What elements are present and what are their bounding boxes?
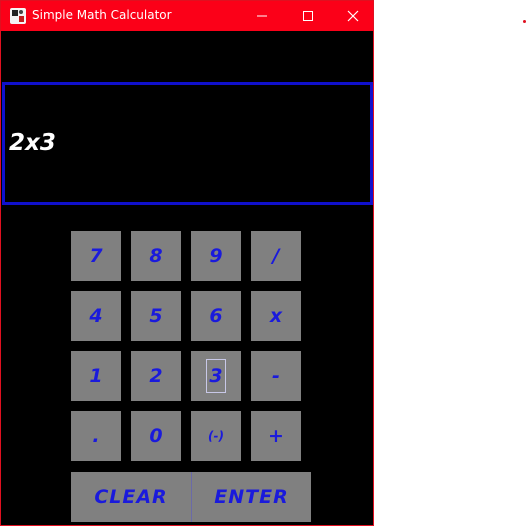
key-0[interactable]: 0 — [131, 411, 181, 461]
maximize-button[interactable] — [285, 1, 331, 31]
key-7[interactable]: 7 — [71, 231, 121, 281]
key-6[interactable]: 6 — [191, 291, 241, 341]
enter-button[interactable]: ENTER — [191, 472, 311, 522]
key-subtract[interactable]: - — [251, 351, 301, 401]
key-4[interactable]: 4 — [71, 291, 121, 341]
stray-pixel-mark — [523, 20, 526, 23]
key-negate[interactable]: (-) — [191, 411, 241, 461]
close-button[interactable] — [330, 1, 376, 31]
key-8[interactable]: 8 — [131, 231, 181, 281]
minimize-button[interactable] — [239, 1, 285, 31]
key-add[interactable]: + — [251, 411, 301, 461]
key-2[interactable]: 2 — [131, 351, 181, 401]
clear-button[interactable]: CLEAR — [71, 472, 191, 522]
focus-indicator: 3 — [206, 359, 226, 393]
key-9[interactable]: 9 — [191, 231, 241, 281]
key-decimal[interactable]: . — [71, 411, 121, 461]
calculator-display: 2x3 — [2, 82, 373, 205]
display-value: 2x3 — [9, 130, 56, 156]
key-3[interactable]: 3 — [191, 351, 241, 401]
window-title: Simple Math Calculator — [32, 8, 172, 22]
app-icon — [10, 8, 26, 24]
key-5[interactable]: 5 — [131, 291, 181, 341]
minimize-icon — [257, 15, 267, 17]
key-multiply[interactable]: x — [251, 291, 301, 341]
title-bar[interactable]: Simple Math Calculator — [1, 1, 373, 31]
calculator-window: Simple Math Calculator 2x3 7 8 9 / 4 5 6… — [0, 0, 374, 526]
close-icon — [347, 10, 359, 22]
key-1[interactable]: 1 — [71, 351, 121, 401]
key-divide[interactable]: / — [251, 231, 301, 281]
maximize-icon — [303, 11, 313, 21]
